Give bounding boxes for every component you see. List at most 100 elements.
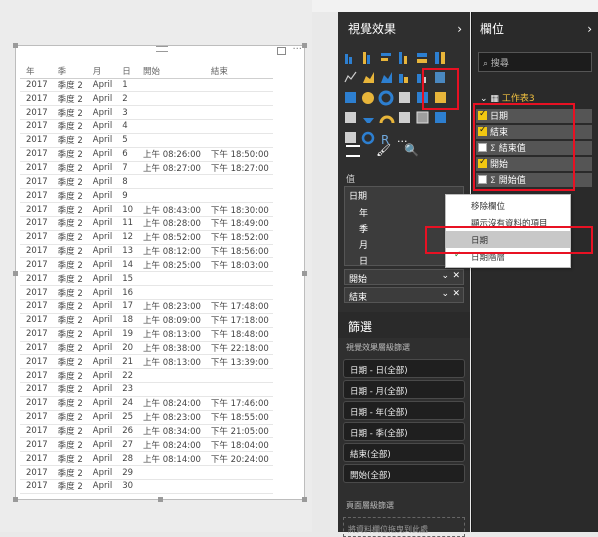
100-bar-icon [417, 53, 427, 57]
chevron-right-icon[interactable]: › [587, 12, 592, 46]
filter-chip[interactable]: 開始(全部) [343, 464, 465, 483]
table-cell: 12 [116, 230, 138, 245]
table-cell: 上午 08:26:00 [137, 147, 205, 162]
filter-chip[interactable]: 結束(全部) [343, 443, 465, 462]
close-icon[interactable]: ✕ [452, 289, 460, 299]
resize-handle[interactable] [13, 497, 18, 502]
values-label: 值 [346, 175, 356, 185]
table-cell: April [86, 91, 117, 107]
table-cell: April [86, 202, 117, 217]
filter-chip[interactable]: 日期 - 年(全部) [343, 401, 465, 420]
close-icon[interactable]: ✕ [452, 271, 460, 281]
table-cell: 18 [116, 313, 138, 328]
end-field-name: 結束 [349, 293, 368, 303]
table-row: 2017 季度 2 April 17 上午 08:23:00 下午 17:48:00 [20, 299, 273, 314]
menu-remove-field[interactable]: 移除欄位 [446, 197, 570, 214]
table-cell: 2017 [20, 368, 52, 384]
focus-mode-icon[interactable] [277, 47, 286, 55]
chevron-down-icon[interactable]: ⌄ [441, 289, 449, 299]
table-cell: April [86, 161, 117, 176]
table-cell: 2017 [20, 396, 52, 411]
table-cell: 下午 20:24:00 [204, 451, 273, 467]
format-paint-icon[interactable]: 🖌 [376, 143, 391, 157]
data-table: 年季月日開始 結束 2017 季度 2 April 1 2017 季度 2 April 2 201… [20, 64, 273, 494]
table-cell: 季度 2 [51, 161, 87, 176]
table-row: 2017 季度 2 April 25 上午 08:23:00 下午 18:55:00 [20, 410, 273, 425]
resize-handle[interactable] [158, 497, 163, 502]
filter-drop-zone[interactable]: 將資料欄位拖曳到此處 [343, 517, 465, 537]
table-cell: 上午 08:43:00 [137, 202, 205, 217]
table-row: 2017 季度 2 April 12 上午 08:52:00 下午 18:52:00 [20, 230, 273, 245]
table-row: 2017 季度 2 April 28 上午 08:14:00 下午 20:24:00 [20, 451, 273, 467]
table-cell: April [86, 368, 117, 384]
table-cell: 季度 2 [51, 119, 87, 134]
resize-handle[interactable] [302, 271, 307, 276]
table-cell: 30 [116, 479, 138, 494]
menu-item-label: 移除欄位 [471, 202, 506, 212]
more-options-icon[interactable]: ··· [292, 44, 302, 55]
table-cell: 2017 [20, 354, 52, 370]
resize-handle[interactable] [302, 497, 307, 502]
table-cell: 上午 08:23:00 [137, 410, 205, 425]
table-cell: April [86, 396, 117, 411]
table-visual-icon [416, 111, 429, 124]
table-cell: April [86, 257, 117, 273]
table-row: 2017 季度 2 April 11 上午 08:28:00 下午 18:49:00 [20, 216, 273, 231]
resize-handle[interactable] [13, 271, 18, 276]
table-row: 2017 季度 2 April 14 上午 08:25:00 下午 18:03:00 [20, 257, 273, 273]
table-row: 2017 季度 2 April 22 [20, 368, 273, 384]
filter-chip[interactable]: 日期 - 月(全部) [343, 380, 465, 399]
table-cell [204, 133, 273, 148]
column-header[interactable]: 月 [86, 64, 117, 79]
table-row: 2017 季度 2 April 4 [20, 119, 273, 134]
clustered-bar-icon [381, 53, 391, 56]
date-part-year: 年 [359, 209, 369, 219]
table-cell: 上午 08:12:00 [137, 244, 205, 259]
table-cell: 上午 08:38:00 [137, 341, 205, 356]
column-header[interactable]: 結束 [204, 64, 273, 79]
table-cell: 下午 17:18:00 [204, 313, 273, 328]
filter-chip[interactable]: 日期 - 日(全部) [343, 359, 465, 378]
table-cell: April [86, 78, 117, 93]
column-header[interactable]: 年 [20, 64, 52, 79]
column-header[interactable]: 日 [116, 64, 138, 79]
chevron-down-icon[interactable]: ⌄ [441, 271, 449, 281]
values-well-start[interactable]: 開始 ⌄ ✕ [344, 269, 464, 285]
filter-chip[interactable]: 日期 - 季(全部) [343, 422, 465, 441]
resize-handle[interactable] [302, 43, 307, 48]
date-part-day: 日 [359, 257, 369, 267]
table-row: 2017 季度 2 April 24 上午 08:24:00 下午 17:46:00 [20, 396, 273, 411]
report-canvas[interactable]: ··· 年季月日開始 結束 2017 季度 2 April 1 2017 季度 2 April… [0, 0, 312, 532]
table-cell: 季度 2 [51, 327, 87, 342]
table-cell: 16 [116, 285, 138, 300]
table-visual[interactable]: ··· 年季月日開始 結束 2017 季度 2 April 1 2017 季度 2 April… [13, 43, 307, 502]
fields-well-icon[interactable] [346, 145, 360, 157]
table-cell: 季度 2 [51, 78, 87, 93]
drag-grip-icon[interactable] [156, 46, 168, 52]
table-cell [137, 119, 205, 134]
column-header[interactable]: 季 [51, 64, 87, 79]
table-cell: 季度 2 [51, 202, 87, 217]
search-placeholder: 搜尋 [490, 59, 509, 69]
table-cell: 14 [116, 257, 138, 273]
table-row: 2017 季度 2 April 9 [20, 188, 273, 204]
chevron-right-icon[interactable]: › [457, 12, 462, 46]
table-cell: 28 [116, 451, 138, 467]
table-cell: 13 [116, 244, 138, 259]
menu-item-label: 日期階層 [471, 253, 506, 263]
table-cell: 2017 [20, 188, 52, 204]
column-header[interactable]: 開始 [137, 64, 205, 79]
table-cell: 季度 2 [51, 257, 87, 273]
analytics-icon[interactable]: 🔍 [404, 143, 419, 157]
table-cell: April [86, 216, 117, 231]
table-row: 2017 季度 2 April 7 上午 08:27:00 下午 18:27:00 [20, 161, 273, 176]
gauge-icon [363, 118, 374, 123]
resize-handle[interactable] [13, 43, 18, 48]
table-cell: 下午 13:39:00 [204, 354, 273, 370]
table-cell: 下午 18:30:00 [204, 202, 273, 217]
table-row: 2017 季度 2 April 30 [20, 479, 273, 494]
table-row: 2017 季度 2 April 2 [20, 91, 273, 107]
table-cell [137, 105, 205, 121]
values-well-end[interactable]: 結束 ⌄ ✕ [344, 287, 464, 303]
fields-search-input[interactable]: ⌕ 搜尋 [478, 52, 592, 72]
